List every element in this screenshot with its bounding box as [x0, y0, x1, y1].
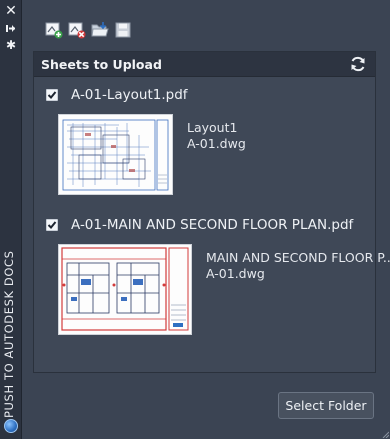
palette-title-text: PUSH TO AUTODESK DOCS: [2, 250, 16, 418]
autodesk-logo-icon[interactable]: [4, 419, 18, 433]
resize-grip-icon[interactable]: [381, 430, 389, 438]
palette-title: PUSH TO AUTODESK DOCS: [0, 248, 22, 418]
pin-icon[interactable]: [3, 21, 19, 35]
sheet-layout-name: Layout1: [187, 120, 238, 135]
panel-header: Sheets to Upload: [34, 52, 375, 77]
sheet-thumbnail[interactable]: [58, 244, 192, 335]
side-title-strip: ✕ ✱ PUSH TO AUTODESK DOCS: [0, 0, 22, 439]
sheet-dwg-name: A-01.dwg: [187, 136, 246, 151]
sheet-checkbox[interactable]: [46, 89, 58, 101]
save-icon[interactable]: [113, 20, 133, 40]
sheet-checkbox[interactable]: [46, 219, 58, 231]
sheet-row: A-01-Layout1.pdf: [46, 86, 188, 104]
sheet-dwg-name: A-01.dwg: [206, 266, 265, 281]
select-folder-button[interactable]: Select Folder: [278, 392, 374, 419]
close-icon[interactable]: ✕: [3, 4, 19, 18]
remove-sheets-icon[interactable]: [67, 20, 87, 40]
panel-title: Sheets to Upload: [41, 56, 162, 72]
toolbar: [44, 20, 133, 42]
gear-icon[interactable]: ✱: [3, 38, 19, 52]
sheet-layout-name: MAIN AND SECOND FLOOR P...: [206, 250, 390, 265]
sheet-thumbnail[interactable]: [58, 114, 173, 195]
add-sheets-icon[interactable]: [44, 20, 64, 40]
sheet-row: A-01-MAIN AND SECOND FLOOR PLAN.pdf: [46, 216, 353, 234]
open-folder-icon[interactable]: [90, 20, 110, 40]
sheet-file-name: A-01-Layout1.pdf: [71, 87, 188, 103]
refresh-icon[interactable]: [349, 55, 367, 73]
sheets-panel: Sheets to Upload A-01-Layout1.pdf Layout…: [33, 51, 390, 373]
sheet-file-name: A-01-MAIN AND SECOND FLOOR PLAN.pdf: [71, 217, 354, 233]
